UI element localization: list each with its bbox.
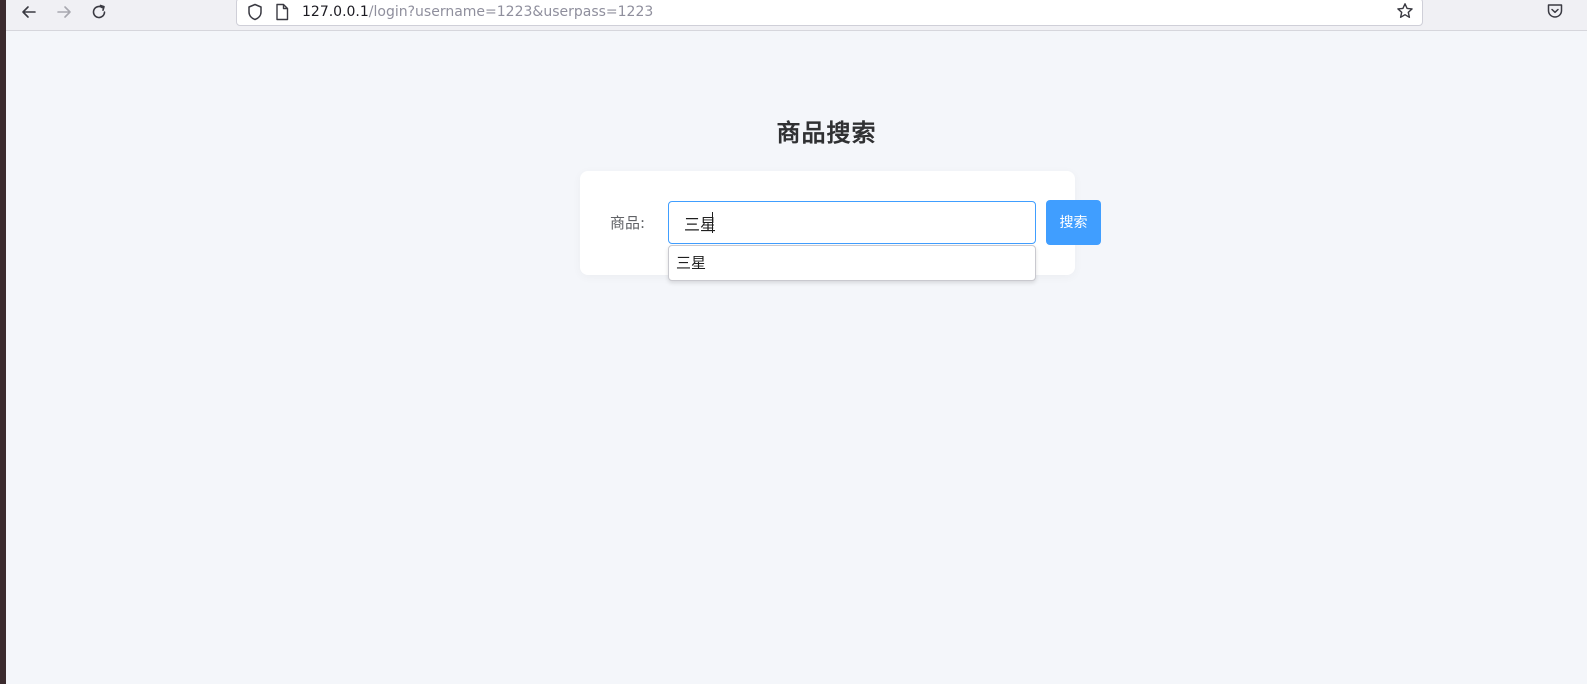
browser-toolbar: 127.0.0.1/login?username=1223&userpass=1… (6, 0, 1587, 31)
autocomplete-suggestion[interactable]: 三星 (676, 254, 706, 272)
text-caret (712, 212, 713, 233)
autocomplete-dropdown: 三星 (668, 245, 1036, 281)
url-host: 127.0.0.1 (302, 4, 369, 20)
reload-icon (92, 4, 106, 19)
address-bar[interactable]: 127.0.0.1/login?username=1223&userpass=1… (236, 0, 1423, 26)
url-text[interactable]: 127.0.0.1/login?username=1223&userpass=1… (302, 3, 653, 21)
page-title: 商品搜索 (776, 119, 877, 147)
page-icon[interactable] (275, 3, 289, 21)
back-button[interactable] (15, 0, 43, 24)
forward-button[interactable] (50, 0, 78, 24)
arrow-left-icon (22, 6, 36, 18)
product-search-input[interactable] (668, 201, 1036, 244)
product-label: 商品: (610, 214, 646, 232)
pocket-button[interactable] (1546, 2, 1564, 24)
search-button[interactable]: 搜索 (1046, 200, 1101, 245)
url-path: /login?username=1223&userpass=1223 (368, 4, 654, 20)
window-edge (0, 0, 6, 684)
arrow-right-icon (57, 6, 71, 18)
reload-button[interactable] (85, 0, 113, 24)
star-icon[interactable] (1396, 2, 1414, 20)
shield-icon[interactable] (247, 3, 263, 21)
pocket-icon (1547, 4, 1563, 18)
